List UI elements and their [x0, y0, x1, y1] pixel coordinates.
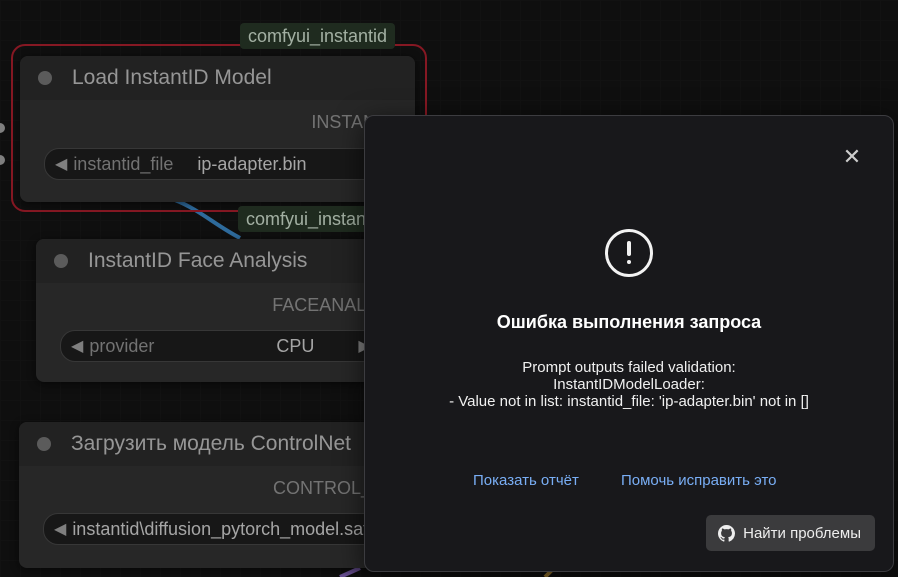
help-fix-link[interactable]: Помочь исправить это — [621, 472, 777, 489]
dialog-title: Ошибка выполнения запроса — [496, 312, 762, 332]
find-issues-button[interactable]: Найти проблемы — [706, 515, 875, 551]
show-report-link[interactable]: Показать отчёт — [473, 472, 579, 489]
message-line: - Value not in list: instantid_file: 'ip… — [449, 393, 809, 410]
github-icon — [718, 524, 736, 542]
message-line: InstantIDModelLoader: — [553, 376, 705, 393]
exclamation-circle-icon — [605, 229, 653, 277]
dialog-message: Prompt outputs failed validation: Instan… — [365, 359, 893, 410]
error-dialog: ✕ Ошибка выполнения запроса Prompt outpu… — [364, 115, 894, 572]
message-line: Prompt outputs failed validation: — [522, 359, 736, 376]
close-icon[interactable]: ✕ — [841, 146, 863, 168]
find-issues-label: Найти проблемы — [743, 524, 861, 542]
